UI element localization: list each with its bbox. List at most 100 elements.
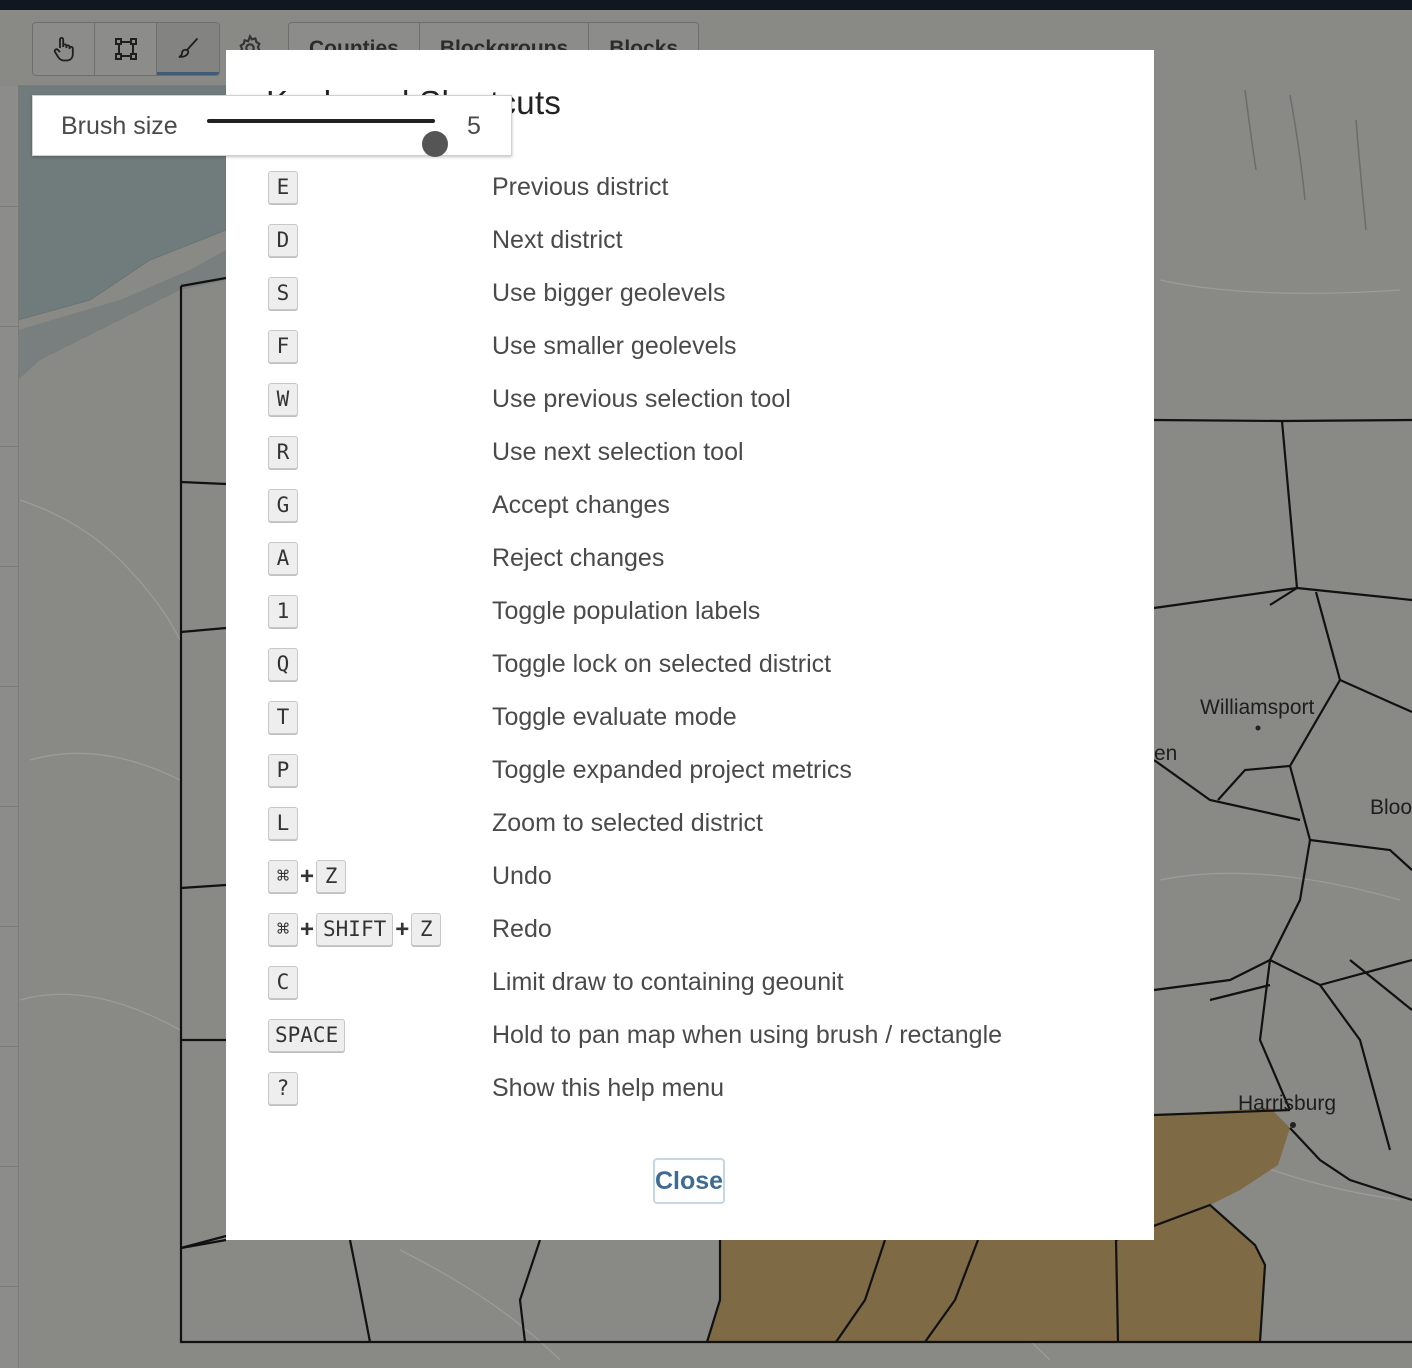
brush-tool-button[interactable] [157, 23, 219, 75]
rectangle-tool-button[interactable] [95, 23, 157, 75]
shortcut-keys: 1 [268, 595, 298, 628]
shortcut-key: ⌘ [268, 913, 298, 946]
shortcut-description: Hold to pan map when using brush / recta… [492, 1021, 1003, 1049]
shortcut-key: Q [268, 648, 298, 681]
shortcut-row: C Limit draw to containing geounit [268, 958, 1128, 1011]
left-sidebar-edge [0, 86, 19, 1368]
shortcut-key: SPACE [268, 1019, 346, 1052]
selection-tool-group [32, 22, 220, 76]
brush-size-popup: Brush size 5 [32, 95, 512, 157]
shortcut-row: D Next district [268, 216, 1128, 269]
key-separator: + [395, 915, 410, 943]
shortcut-key: S [268, 277, 298, 310]
shortcut-key: D [268, 224, 298, 257]
shortcut-description: Toggle population labels [492, 597, 761, 625]
shortcut-keys: ? [268, 1072, 298, 1105]
shortcut-keys: T [268, 701, 298, 734]
shortcut-description: Reject changes [492, 544, 665, 572]
keyboard-shortcuts-modal: Keyboard Shortcuts EPrevious districtDNe… [226, 50, 1154, 1240]
shortcut-row: G Accept changes [268, 481, 1128, 534]
shortcut-keys: R [268, 436, 298, 469]
shortcut-description: Redo [492, 915, 552, 943]
shortcut-description: Toggle lock on selected district [492, 650, 832, 678]
shortcut-keys: W [268, 383, 298, 416]
shortcut-keys: P [268, 754, 298, 787]
shortcut-key: SHIFT [316, 913, 394, 946]
shortcut-row: L Zoom to selected district [268, 799, 1128, 852]
shortcut-description: Use smaller geolevels [492, 332, 737, 360]
shortcut-key: G [268, 489, 298, 522]
shortcut-keys: G [268, 489, 298, 522]
shortcut-description: Previous district [492, 173, 669, 201]
shortcut-key: Z [411, 913, 442, 946]
slider-thumb[interactable] [422, 131, 448, 157]
shortcut-list: E Previous district D Next district S Use big… [268, 163, 1128, 1117]
shortcut-description: Toggle expanded project metrics [492, 756, 852, 784]
shortcut-key: ⌘ [268, 860, 298, 893]
shortcut-key: L [268, 807, 298, 840]
brush-size-label: Brush size [61, 112, 178, 140]
shortcut-description: Limit draw to containing geounit [492, 968, 844, 996]
shortcut-keys: A [268, 542, 298, 575]
hand-pointer-icon [53, 37, 74, 62]
map-label-williamsport: Williamsport [1200, 696, 1315, 719]
shortcut-description: Use previous selection tool [492, 385, 791, 413]
shortcut-keys: S [268, 277, 298, 310]
map-place-labels: Williamsport Bloo Harrisburg en [1154, 696, 1412, 1128]
shortcut-row: W Use previous selection tool [268, 375, 1128, 428]
shortcut-keys: E [268, 171, 298, 204]
key-separator: + [300, 862, 315, 890]
pan-tool-button[interactable] [33, 23, 95, 75]
shortcut-key: F [268, 330, 298, 363]
shortcut-keys: ⌘ + Z [268, 860, 347, 893]
close-button[interactable]: Close [653, 1158, 725, 1204]
shortcut-keys: F [268, 330, 298, 363]
shortcut-key: P [268, 754, 298, 787]
lake-shoreline [1244, 89, 1367, 231]
shortcut-key: E [268, 171, 298, 204]
shortcut-description: Accept changes [492, 491, 670, 519]
shortcut-description: Next district [492, 226, 623, 254]
brush-size-value: 5 [467, 112, 481, 140]
shortcut-description: Show this help menu [492, 1074, 725, 1102]
shortcut-key: ? [268, 1072, 298, 1105]
shortcut-row: ⌘ + Z Undo [268, 852, 1128, 905]
shortcut-description: Zoom to selected district [492, 809, 763, 837]
shortcut-row: SPACE Hold to pan map when using brush / … [268, 1011, 1128, 1064]
shortcut-keys: Q [268, 648, 298, 681]
map-label-bloo: Bloo [1370, 796, 1412, 819]
shortcut-row: F Use smaller geolevels [268, 322, 1128, 375]
shortcut-row: ⌘ + SHIFT + Z Redo [268, 905, 1128, 958]
shortcut-row: E Previous district [268, 163, 1128, 216]
shortcut-key: Z [316, 860, 347, 893]
paintbrush-icon [178, 37, 198, 58]
shortcut-key: R [268, 436, 298, 469]
key-separator: + [300, 915, 315, 943]
shortcut-row: Q Toggle lock on selected district [268, 640, 1128, 693]
shortcut-key: W [268, 383, 298, 416]
shortcut-description: Toggle evaluate mode [492, 703, 737, 731]
shortcut-key: T [268, 701, 298, 734]
map-label-fragment: en [1154, 742, 1177, 765]
rectangle-select-icon [114, 38, 137, 60]
shortcut-keys: D [268, 224, 298, 257]
shortcut-row: A Reject changes [268, 534, 1128, 587]
shortcut-row: P Toggle expanded project metrics [268, 746, 1128, 799]
shortcut-row: 1 Toggle population labels [268, 587, 1128, 640]
shortcut-key: 1 [268, 595, 298, 628]
shortcut-description: Use next selection tool [492, 438, 744, 466]
shortcut-keys: C [268, 966, 298, 999]
shortcut-description: Undo [492, 862, 552, 890]
map-label-harrisburg: Harrisburg [1238, 1092, 1336, 1115]
shortcut-row: S Use bigger geolevels [268, 269, 1128, 322]
shortcut-description: Use bigger geolevels [492, 279, 726, 307]
brush-size-slider[interactable] [207, 119, 448, 157]
shortcut-keys: ⌘ + SHIFT + Z [268, 913, 442, 946]
shortcut-row: ? Show this help menu [268, 1064, 1128, 1117]
shortcut-keys: L [268, 807, 298, 840]
shortcut-keys: SPACE [268, 1019, 346, 1052]
shortcut-row: R Use next selection tool [268, 428, 1128, 481]
shortcut-key: A [268, 542, 298, 575]
shortcut-row: T Toggle evaluate mode [268, 693, 1128, 746]
shortcut-key: C [268, 966, 298, 999]
